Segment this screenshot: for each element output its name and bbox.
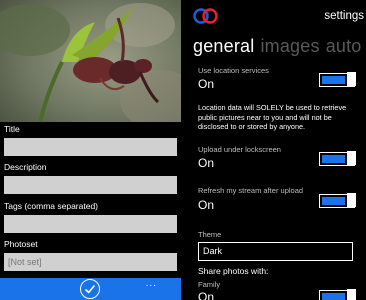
tab-images[interactable]: images — [260, 36, 319, 56]
photoset-label: Photoset — [4, 239, 38, 249]
photo-preview — [0, 0, 181, 122]
location-services-value: On — [198, 77, 215, 91]
tab-auto[interactable]: auto — [326, 36, 362, 56]
toggle-fill — [321, 154, 345, 163]
description-label: Description — [4, 162, 47, 172]
page-title: settings — [324, 10, 364, 22]
tags-label: Tags (comma separated) — [4, 201, 99, 211]
toggle-knob — [346, 289, 356, 300]
app-logo-icon — [193, 8, 218, 24]
accept-button[interactable] — [80, 279, 100, 299]
family-toggle[interactable] — [319, 289, 356, 300]
toggle-fill — [321, 292, 345, 300]
title-input[interactable] — [4, 138, 177, 156]
tags-input[interactable] — [4, 215, 177, 233]
upload-panel: Title Description Tags (comma separated)… — [0, 0, 181, 300]
settings-panel: settings general images auto Use location … — [185, 0, 366, 300]
description-input[interactable] — [4, 176, 177, 194]
check-icon — [84, 284, 96, 294]
tab-general[interactable]: general — [193, 36, 254, 56]
family-value: On — [198, 290, 215, 300]
lockscreen-upload-label: Upload under lockscreen — [198, 145, 281, 154]
theme-label: Theme — [198, 230, 222, 239]
theme-select[interactable]: Dark — [198, 242, 353, 261]
title-label: Title — [4, 124, 20, 134]
app-bar: ... — [0, 278, 181, 300]
toggle-knob — [346, 193, 356, 208]
more-menu-button[interactable]: ... — [146, 278, 157, 289]
photoset-select[interactable]: [Not set] — [4, 253, 177, 271]
toggle-knob — [346, 151, 356, 166]
toggle-knob — [346, 72, 356, 87]
location-services-toggle[interactable] — [319, 72, 356, 87]
pivot-header: general images auto — [193, 36, 366, 57]
family-label: Family — [198, 280, 221, 289]
lockscreen-upload-toggle[interactable] — [319, 151, 356, 166]
toggle-fill — [321, 196, 345, 205]
refresh-stream-label: Refresh my stream after upload — [198, 186, 304, 195]
refresh-stream-toggle[interactable] — [319, 193, 356, 208]
lockscreen-upload-value: On — [198, 156, 215, 170]
toggle-fill — [321, 75, 345, 84]
location-services-label: Use location services — [198, 66, 269, 75]
location-note: Location data will SOLELY be used to ret… — [198, 103, 347, 132]
share-photos-label: Share photos with: — [198, 266, 269, 276]
refresh-stream-value: On — [198, 198, 215, 212]
